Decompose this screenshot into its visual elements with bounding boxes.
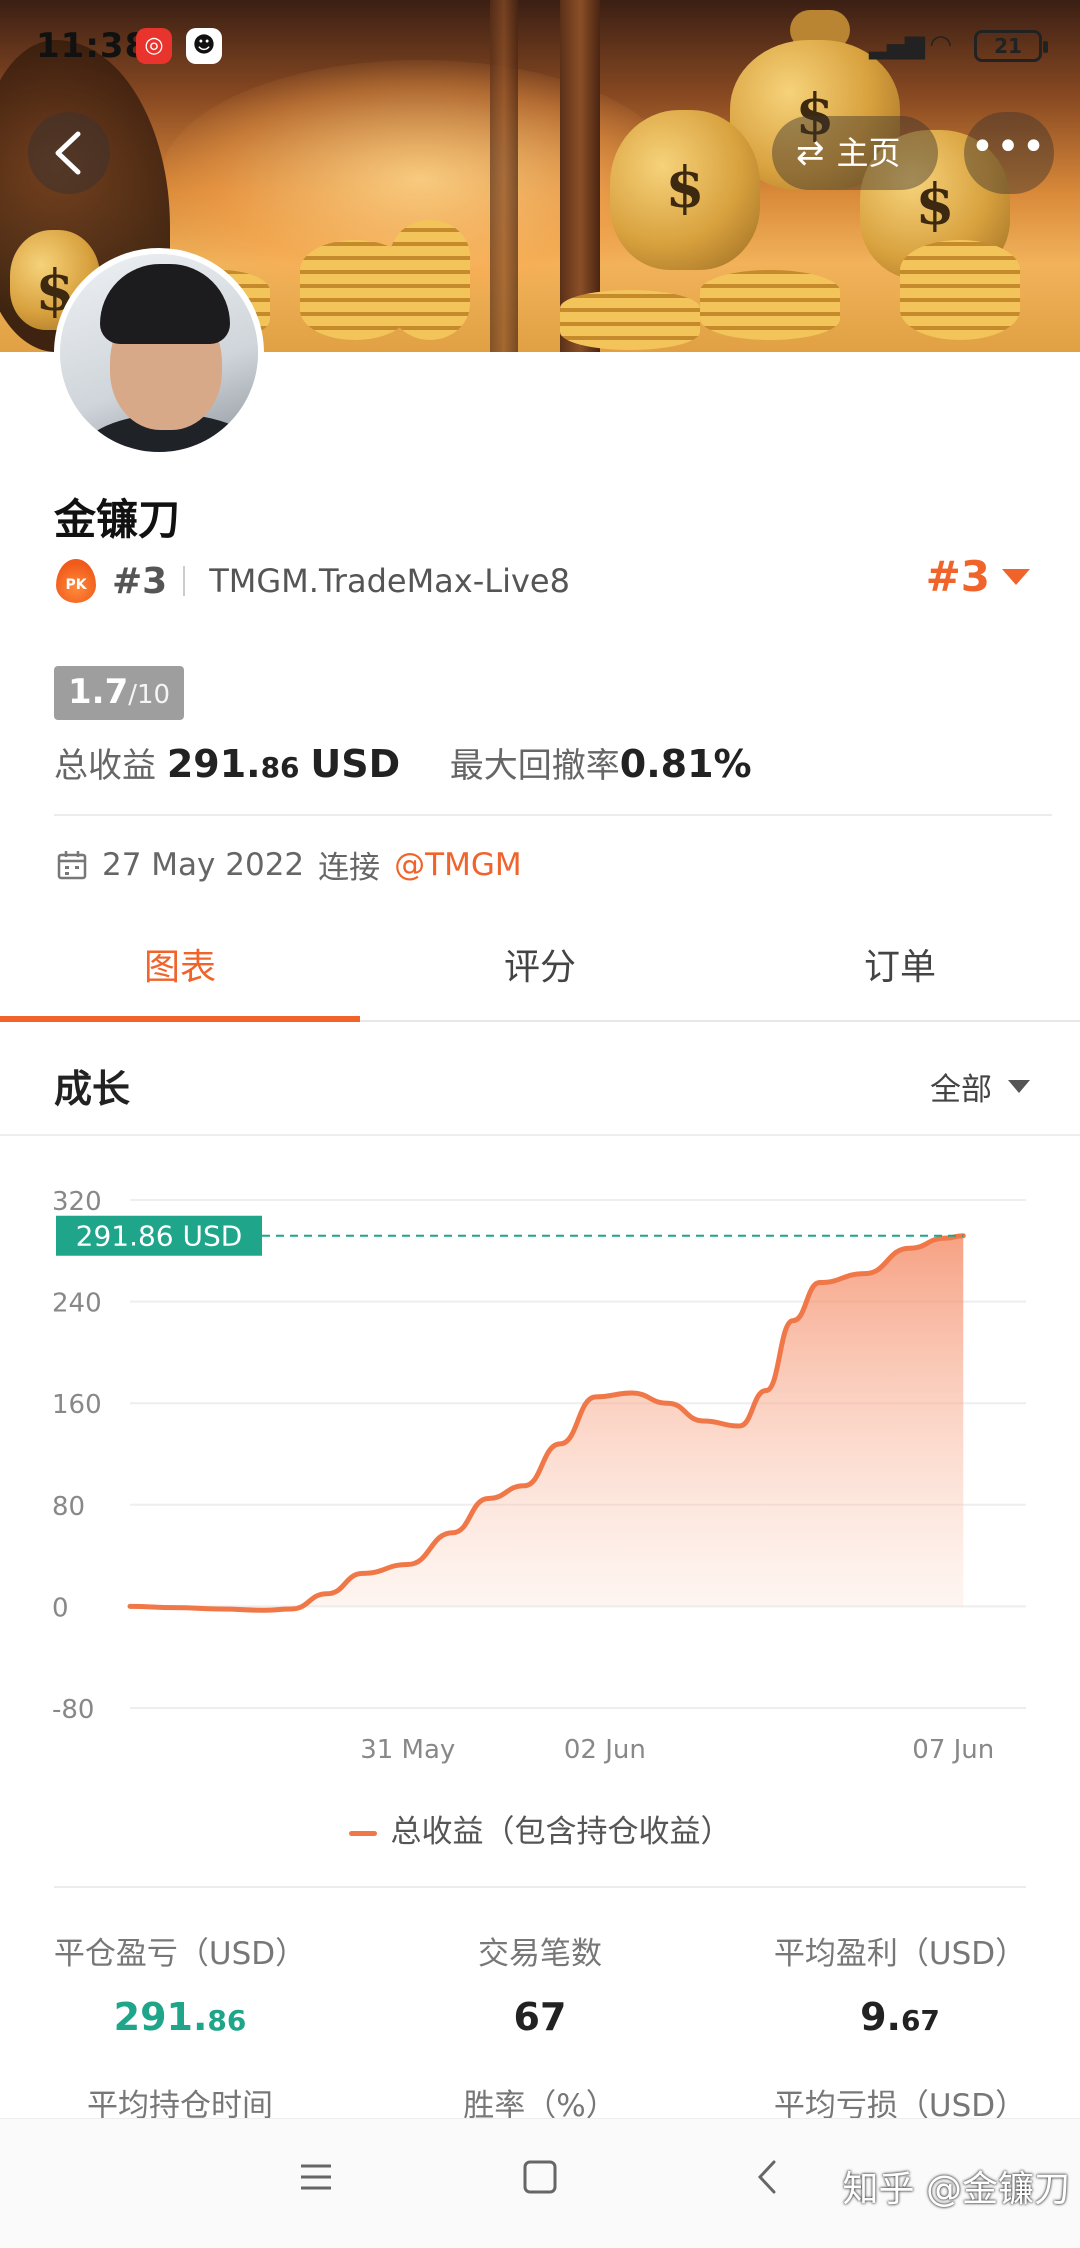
tab-chart[interactable]: 图表 bbox=[0, 900, 360, 1022]
y-tick-label: 0 bbox=[52, 1593, 69, 1623]
range-select-label: 全部 bbox=[930, 1072, 992, 1108]
x-tick-label: 07 Jun bbox=[912, 1735, 994, 1765]
back-button[interactable] bbox=[28, 112, 110, 194]
score-max: /10 bbox=[128, 680, 171, 710]
status-bar: 11:38 ◎ ☻ ▂▄▆ ◠ 21 bbox=[0, 0, 1080, 90]
y-tick-label: -80 bbox=[52, 1695, 94, 1725]
tab-bar: 图表 评分 订单 bbox=[0, 900, 1080, 1022]
connect-date-row: 27 May 2022 连接 @TMGM bbox=[56, 842, 522, 887]
stat-closed-pnl: 平仓盈亏（USD） 291.86 bbox=[0, 1928, 360, 2039]
chart-legend: 总收益（包含持仓收益） bbox=[0, 1806, 1080, 1851]
x-tick-label: 02 Jun bbox=[564, 1735, 646, 1765]
connect-date: 27 May 2022 bbox=[102, 846, 305, 883]
divider bbox=[54, 814, 1052, 816]
home-button-label: 主页 bbox=[836, 134, 901, 172]
tab-rating[interactable]: 评分 bbox=[360, 900, 720, 1020]
current-value-label: 291.86 USD bbox=[76, 1220, 243, 1253]
home-button[interactable]: ⇄ 主页 bbox=[772, 116, 938, 190]
y-tick-label: 80 bbox=[52, 1492, 85, 1522]
y-tick-label: 160 bbox=[52, 1390, 102, 1420]
growth-title: 成长 bbox=[54, 1067, 131, 1111]
score-value: 1.7 bbox=[68, 672, 129, 712]
stat-label: 平均盈利（USD） bbox=[773, 1936, 1027, 1972]
banner-coins bbox=[390, 220, 470, 340]
rank-number: #3 bbox=[112, 560, 168, 602]
calendar-icon bbox=[57, 850, 87, 879]
banner-money-bag bbox=[610, 110, 760, 270]
signal-wifi-icon: ▂▄▆ ◠ bbox=[869, 30, 952, 60]
watermark: 知乎 @金镰刀 bbox=[842, 2169, 1070, 2210]
home-square-icon[interactable] bbox=[522, 2159, 558, 2195]
score-badge: 1.7 /10 bbox=[54, 666, 185, 720]
trader-name: 金镰刀 bbox=[54, 495, 181, 544]
separator bbox=[183, 566, 186, 596]
rank-dropdown[interactable]: #3 bbox=[926, 552, 1030, 601]
back-arrow-icon[interactable] bbox=[752, 2159, 782, 2195]
y-tick-label: 240 bbox=[52, 1289, 102, 1319]
drawdown-label: 最大回撤率 bbox=[449, 746, 620, 786]
growth-header: 成长 全部 bbox=[0, 1030, 1080, 1136]
stat-label: 交易笔数 bbox=[478, 1936, 602, 1972]
divider bbox=[54, 1886, 1026, 1888]
tab-orders[interactable]: 订单 bbox=[720, 900, 1080, 1020]
banner-coins bbox=[560, 290, 700, 350]
server-name: TMGM.TradeMax-Live8 bbox=[209, 562, 570, 600]
qq-icon: ☻ bbox=[186, 28, 222, 64]
battery-icon: 21 bbox=[974, 30, 1048, 62]
swap-icon: ⇄ bbox=[796, 133, 825, 173]
total-profit-dec: 86 bbox=[260, 751, 300, 784]
rank-row: PK #3 TMGM.TradeMax-Live8 bbox=[56, 556, 570, 606]
growth-chart[interactable]: 320 240 160 80 0 -80 291.86 USD 31 May 02 Jun 0… bbox=[0, 1150, 1080, 1850]
stat-label: 平仓盈亏（USD） bbox=[53, 1936, 307, 1972]
chevron-left-icon bbox=[55, 131, 81, 175]
banner-coins bbox=[900, 240, 1020, 340]
netease-music-icon: ◎ bbox=[136, 28, 172, 64]
stat-value: 291.86 bbox=[113, 1995, 247, 2039]
stat-value: 9.67 bbox=[860, 1995, 940, 2039]
stat-avg-profit: 平均盈利（USD） 9.67 bbox=[720, 1928, 1080, 2039]
rank-dropdown-label: #3 bbox=[925, 552, 990, 601]
connect-label: 连接 bbox=[318, 850, 381, 886]
summary-stats: 总收益 291.86 USD 最大回撤率0.81% bbox=[54, 738, 752, 787]
drawdown-value: 0.81% bbox=[619, 742, 752, 786]
legend-swatch bbox=[348, 1831, 377, 1836]
avatar[interactable] bbox=[54, 248, 264, 458]
stat-trade-count: 交易笔数 67 bbox=[360, 1928, 720, 2039]
x-tick-label: 31 May bbox=[360, 1735, 455, 1765]
caret-down-icon bbox=[1008, 1080, 1030, 1093]
series-area bbox=[130, 1235, 964, 1611]
legend-label: 总收益（包含持仓收益） bbox=[390, 1814, 732, 1850]
broker-link[interactable]: @TMGM bbox=[394, 847, 521, 883]
total-profit-unit: USD bbox=[310, 742, 401, 786]
banner-coins bbox=[700, 270, 840, 340]
pk-flame-icon: PK bbox=[56, 559, 96, 603]
more-button[interactable]: ••• bbox=[964, 112, 1054, 194]
total-profit-int: 291. bbox=[166, 742, 261, 786]
menu-icon[interactable] bbox=[298, 2159, 334, 2195]
range-select[interactable]: 全部 bbox=[930, 1064, 1030, 1109]
y-tick-label: 320 bbox=[52, 1187, 102, 1217]
caret-down-icon bbox=[1002, 568, 1030, 585]
status-time: 11:38 bbox=[36, 26, 150, 66]
total-profit-label: 总收益 bbox=[54, 746, 156, 786]
stat-value: 67 bbox=[513, 1995, 567, 2039]
